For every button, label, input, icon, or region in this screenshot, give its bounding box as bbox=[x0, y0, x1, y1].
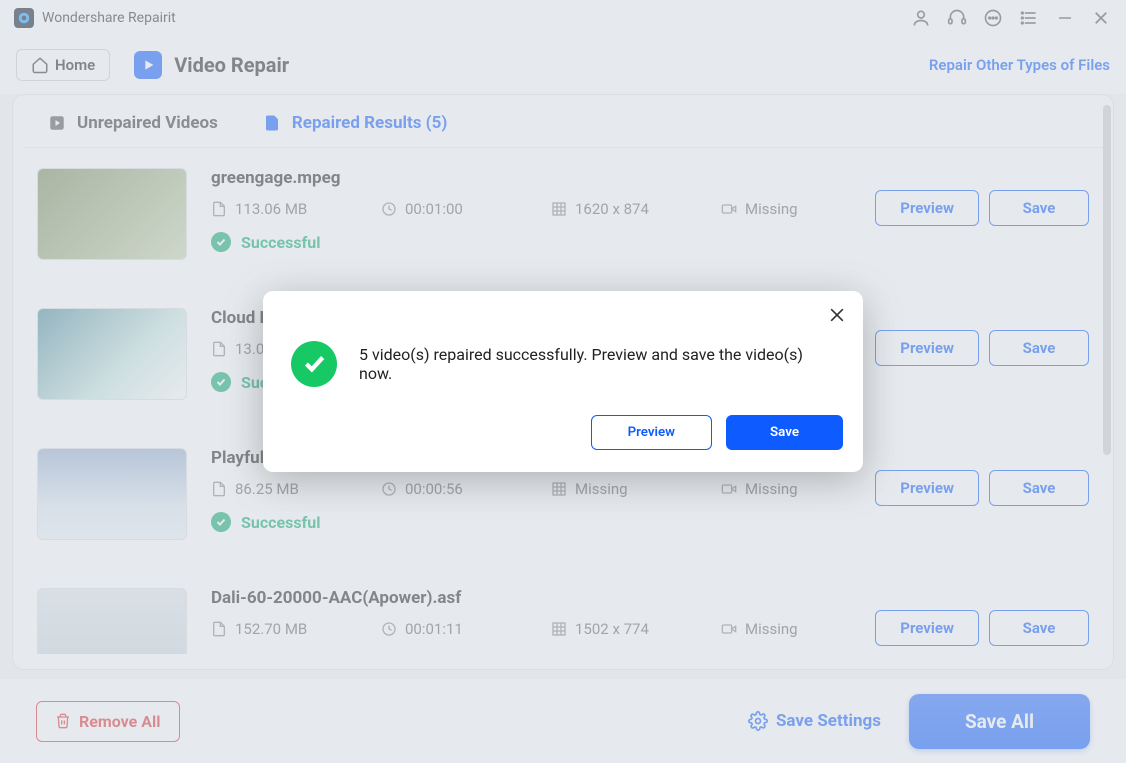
dialog-save-button[interactable]: Save bbox=[726, 415, 843, 450]
success-check-icon bbox=[291, 341, 337, 387]
modal-overlay: 5 video(s) repaired successfully. Previe… bbox=[0, 0, 1126, 763]
dialog-message: 5 video(s) repaired successfully. Previe… bbox=[359, 345, 835, 383]
dialog-close-icon[interactable] bbox=[827, 305, 847, 329]
success-dialog: 5 video(s) repaired successfully. Previe… bbox=[263, 291, 863, 472]
dialog-preview-button[interactable]: Preview bbox=[591, 415, 712, 450]
